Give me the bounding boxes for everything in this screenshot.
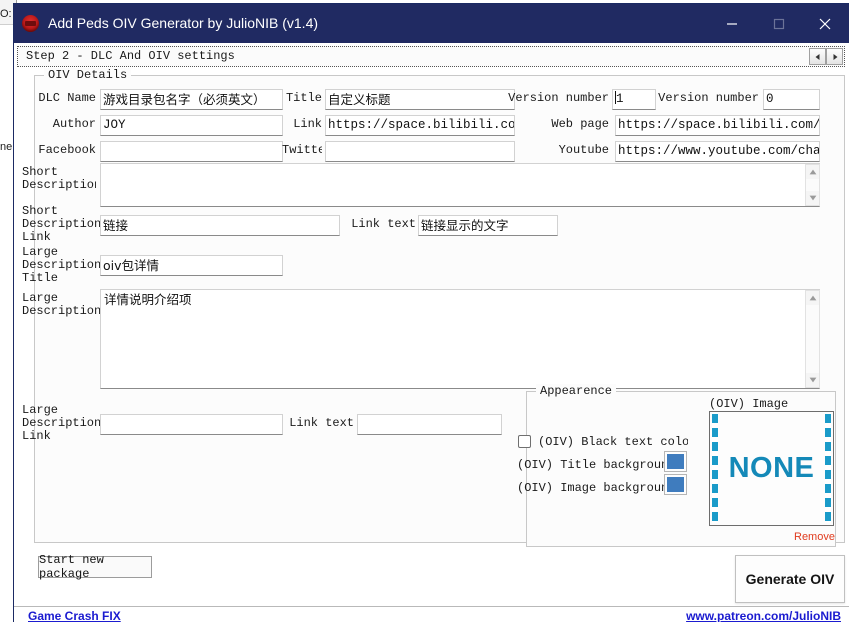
minimize-button[interactable] xyxy=(709,4,755,43)
link-input[interactable]: https://space.bilibili.com/5941903?sp xyxy=(325,115,515,136)
label-facebook: Facebook xyxy=(38,144,96,157)
label-version-major: Version number xyxy=(508,92,609,105)
short-description-link-text-input[interactable]: 链接显示的文字 xyxy=(418,215,558,236)
patreon-link[interactable]: www.patreon.com/JulioNIB xyxy=(686,609,841,622)
twitter-input[interactable] xyxy=(325,141,515,162)
label-large-description-link-text: Link text xyxy=(289,417,354,430)
arrow-right-icon xyxy=(833,53,837,60)
caret-down-icon xyxy=(809,377,816,383)
large-description-link-input[interactable] xyxy=(100,414,283,435)
close-icon xyxy=(819,18,831,29)
youtube-input[interactable]: https://www.youtube.com/channel/UC1 xyxy=(615,141,820,162)
short-description-link-input[interactable]: 链接 xyxy=(100,215,340,236)
label-youtube: Youtube xyxy=(558,144,609,157)
scroll-down-button[interactable] xyxy=(806,373,819,387)
minimize-icon xyxy=(727,22,737,25)
label-author: Author xyxy=(52,118,96,131)
label-large-description-link: Large Description Link xyxy=(22,404,100,443)
large-description-scrollbar[interactable] xyxy=(805,290,820,388)
label-web-page: Web page xyxy=(551,118,609,131)
arrow-left-icon xyxy=(815,53,819,60)
image-background-color-button[interactable] xyxy=(664,474,687,495)
title-input[interactable]: 自定义标题 xyxy=(325,89,515,110)
title-background-color-swatch xyxy=(667,454,684,469)
label-dlc-name: DLC Name xyxy=(38,92,96,105)
oiv-image-placeholder-text: NONE xyxy=(728,452,815,484)
version-major-input[interactable]: 1 xyxy=(612,89,656,110)
step-header-strip: Step 2 - DLC And OIV settings xyxy=(17,46,845,67)
version-major-value: 1 xyxy=(616,92,624,106)
oiv-details-legend: OIV Details xyxy=(44,68,132,82)
app-logo-icon xyxy=(22,15,39,32)
scroll-right-button[interactable] xyxy=(826,48,843,65)
large-description-textarea[interactable]: 详情说明介绍项 xyxy=(100,289,820,389)
label-twitter: Twitte xyxy=(282,144,322,157)
step-header-label: Step 2 - DLC And OIV settings xyxy=(26,49,235,63)
label-black-text-color: (OIV) Black text color xyxy=(538,436,688,449)
start-new-package-button[interactable]: Start new package xyxy=(38,553,152,581)
web-page-input[interactable]: https://space.bilibili.com/5941903 xyxy=(615,115,820,136)
scroll-up-button[interactable] xyxy=(806,165,819,179)
label-short-description: Short Description xyxy=(22,166,96,192)
appearance-legend: Appearence xyxy=(536,384,617,398)
maximize-button[interactable] xyxy=(756,4,802,43)
caret-up-icon xyxy=(809,295,816,301)
scroll-left-button[interactable] xyxy=(809,48,826,65)
app-screenshot: O: ne Add Peds OIV Generator by JulioNIB… xyxy=(0,0,849,622)
label-version-minor: Version number xyxy=(658,92,759,105)
label-large-description-title: Large Description Title xyxy=(22,246,100,285)
step-scroll-arrows[interactable] xyxy=(809,48,843,65)
oiv-image-label: (OIV) Image xyxy=(709,397,789,411)
author-input[interactable]: JOY xyxy=(100,115,283,136)
game-crash-fix-link[interactable]: Game Crash FIX xyxy=(28,609,121,622)
maximize-icon xyxy=(773,18,785,29)
label-image-background-color: (OIV) Image background c xyxy=(517,482,675,495)
large-description-title-input[interactable]: oiv包详情 xyxy=(100,255,283,276)
scroll-down-button[interactable] xyxy=(806,191,819,205)
image-background-color-swatch xyxy=(667,477,684,492)
background-window-text: ne xyxy=(0,141,13,153)
window-title: Add Peds OIV Generator by JulioNIB (v1.4… xyxy=(48,15,319,31)
label-short-description-link: Short Description Link xyxy=(22,205,100,244)
generate-oiv-button[interactable]: Generate OIV xyxy=(735,555,845,603)
label-short-description-link-text: Link text xyxy=(351,218,416,231)
remove-image-link[interactable]: Remove xyxy=(794,531,835,543)
oiv-image-preview[interactable]: NONE xyxy=(709,411,834,526)
label-link: Link xyxy=(293,118,322,131)
label-title: Title xyxy=(285,92,322,105)
facebook-input[interactable] xyxy=(100,141,283,162)
title-background-color-button[interactable] xyxy=(664,451,687,472)
title-bar[interactable]: Add Peds OIV Generator by JulioNIB (v1.4… xyxy=(14,4,849,43)
label-large-description: Large Description xyxy=(22,292,100,318)
caret-down-icon xyxy=(809,195,816,201)
background-window-body: ne xyxy=(0,24,15,622)
label-title-background-color: (OIV) Title background c xyxy=(517,459,675,472)
footer-divider xyxy=(14,606,849,607)
main-window: Add Peds OIV Generator by JulioNIB (v1.4… xyxy=(14,4,849,622)
close-button[interactable] xyxy=(802,4,848,43)
scroll-up-button[interactable] xyxy=(806,291,819,305)
short-description-textarea[interactable] xyxy=(100,163,820,207)
dlc-name-input[interactable]: 游戏目录包名字（必须英文） xyxy=(100,89,283,110)
caret-up-icon xyxy=(809,169,816,175)
short-description-scrollbar[interactable] xyxy=(805,164,820,206)
large-description-link-text-input[interactable] xyxy=(357,414,502,435)
version-minor-input[interactable]: 0 xyxy=(763,89,820,110)
black-text-color-checkbox[interactable] xyxy=(518,435,531,448)
